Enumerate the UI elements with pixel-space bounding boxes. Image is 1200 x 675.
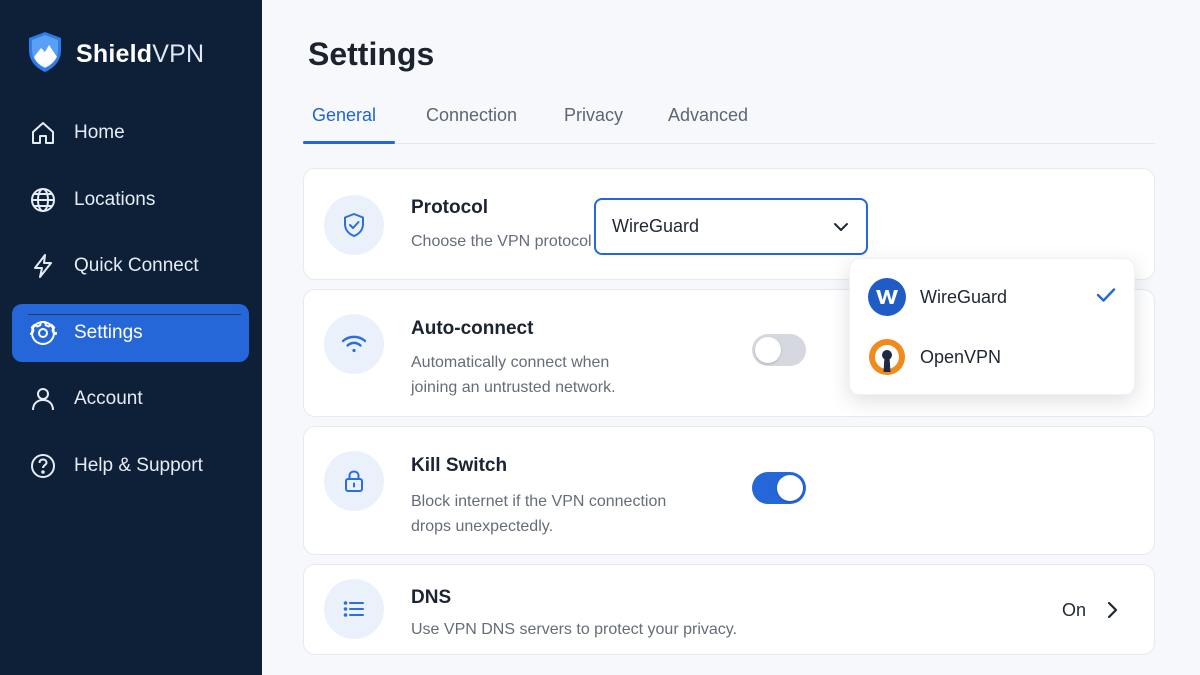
sidebar-item-label: Quick Connect [74, 255, 199, 277]
checkmark-icon [1096, 287, 1116, 308]
kill-switch-description-line1: Block internet if the VPN connection [411, 493, 667, 510]
sidebar-nav: Home Locations Quick Connect Settings Ac… [12, 104, 249, 504]
wifi-icon [324, 314, 384, 374]
gear-icon [28, 318, 58, 348]
option-label: WireGuard [920, 286, 1008, 307]
tab-connection[interactable]: Connection [426, 105, 517, 126]
protocol-select[interactable]: WireGuard [594, 198, 868, 255]
protocol-selected-value: WireGuard [612, 216, 700, 236]
home-icon [28, 118, 58, 148]
sidebar-item-settings[interactable]: Settings [12, 303, 249, 362]
protocol-dropdown-menu: WireGuard OpenVPN [849, 258, 1135, 395]
shield-logo-icon [26, 30, 64, 79]
auto-connect-description-line2: joining an untrusted network. [411, 379, 616, 396]
kill-switch-description-line2: drops unexpectedly. [411, 518, 554, 535]
toggle-knob [755, 337, 781, 363]
tab-privacy[interactable]: Privacy [564, 105, 623, 126]
help-icon [28, 451, 58, 481]
auto-connect-description-line1: Automatically connect when [411, 354, 610, 371]
sidebar-item-label: Settings [74, 321, 143, 343]
tab-advanced[interactable]: Advanced [668, 105, 748, 126]
sidebar-divider [28, 314, 241, 315]
kill-switch-toggle[interactable] [752, 472, 806, 504]
brand-name: ShieldVPN [76, 40, 205, 68]
dns-card[interactable]: DNS Use VPN DNS servers to protect your … [303, 564, 1155, 655]
dns-status-value: On [1062, 600, 1087, 620]
kill-switch-card: Kill Switch Block internet if the VPN co… [303, 426, 1155, 555]
dns-description: Use VPN DNS servers to protect your priv… [411, 621, 738, 638]
sidebar-item-help-support[interactable]: Help & Support [12, 437, 249, 495]
tab-general[interactable]: General [312, 105, 376, 126]
settings-tabs: General Connection Privacy Advanced [303, 98, 1155, 144]
protocol-title: Protocol [411, 197, 489, 218]
shield-check-icon [324, 195, 384, 255]
protocol-option-openvpn[interactable]: OpenVPN [868, 337, 1118, 377]
sidebar-item-label: Help & Support [74, 454, 203, 476]
list-icon [324, 579, 384, 639]
chevron-right-icon[interactable] [1104, 600, 1120, 625]
user-icon [28, 384, 58, 414]
active-tab-indicator [303, 141, 395, 144]
protocol-option-wireguard[interactable]: WireGuard [868, 277, 1118, 317]
auto-connect-title: Auto-connect [411, 318, 534, 339]
chevron-down-icon [832, 218, 850, 241]
kill-switch-title: Kill Switch [411, 455, 508, 476]
sidebar-item-label: Home [74, 122, 125, 143]
sidebar: ShieldVPN Home Locations Quick Connect S… [0, 0, 262, 675]
lightning-icon [28, 251, 58, 281]
option-label: OpenVPN [920, 346, 1002, 367]
wireguard-logo-icon [868, 278, 906, 316]
sidebar-item-label: Account [74, 388, 143, 410]
sidebar-item-home[interactable]: Home [12, 104, 249, 162]
sidebar-item-quick-connect[interactable]: Quick Connect [12, 237, 249, 295]
sidebar-item-locations[interactable]: Locations [12, 171, 249, 229]
dns-title: DNS [411, 587, 452, 608]
brand-logo[interactable]: ShieldVPN [26, 30, 204, 79]
page-title: Settings [308, 36, 435, 72]
lock-icon [324, 451, 384, 511]
toggle-knob [777, 475, 803, 501]
openvpn-logo-icon [868, 338, 906, 376]
globe-icon [28, 185, 58, 215]
auto-connect-toggle[interactable] [752, 334, 806, 366]
sidebar-item-label: Locations [74, 188, 156, 210]
sidebar-item-account[interactable]: Account [12, 370, 249, 428]
